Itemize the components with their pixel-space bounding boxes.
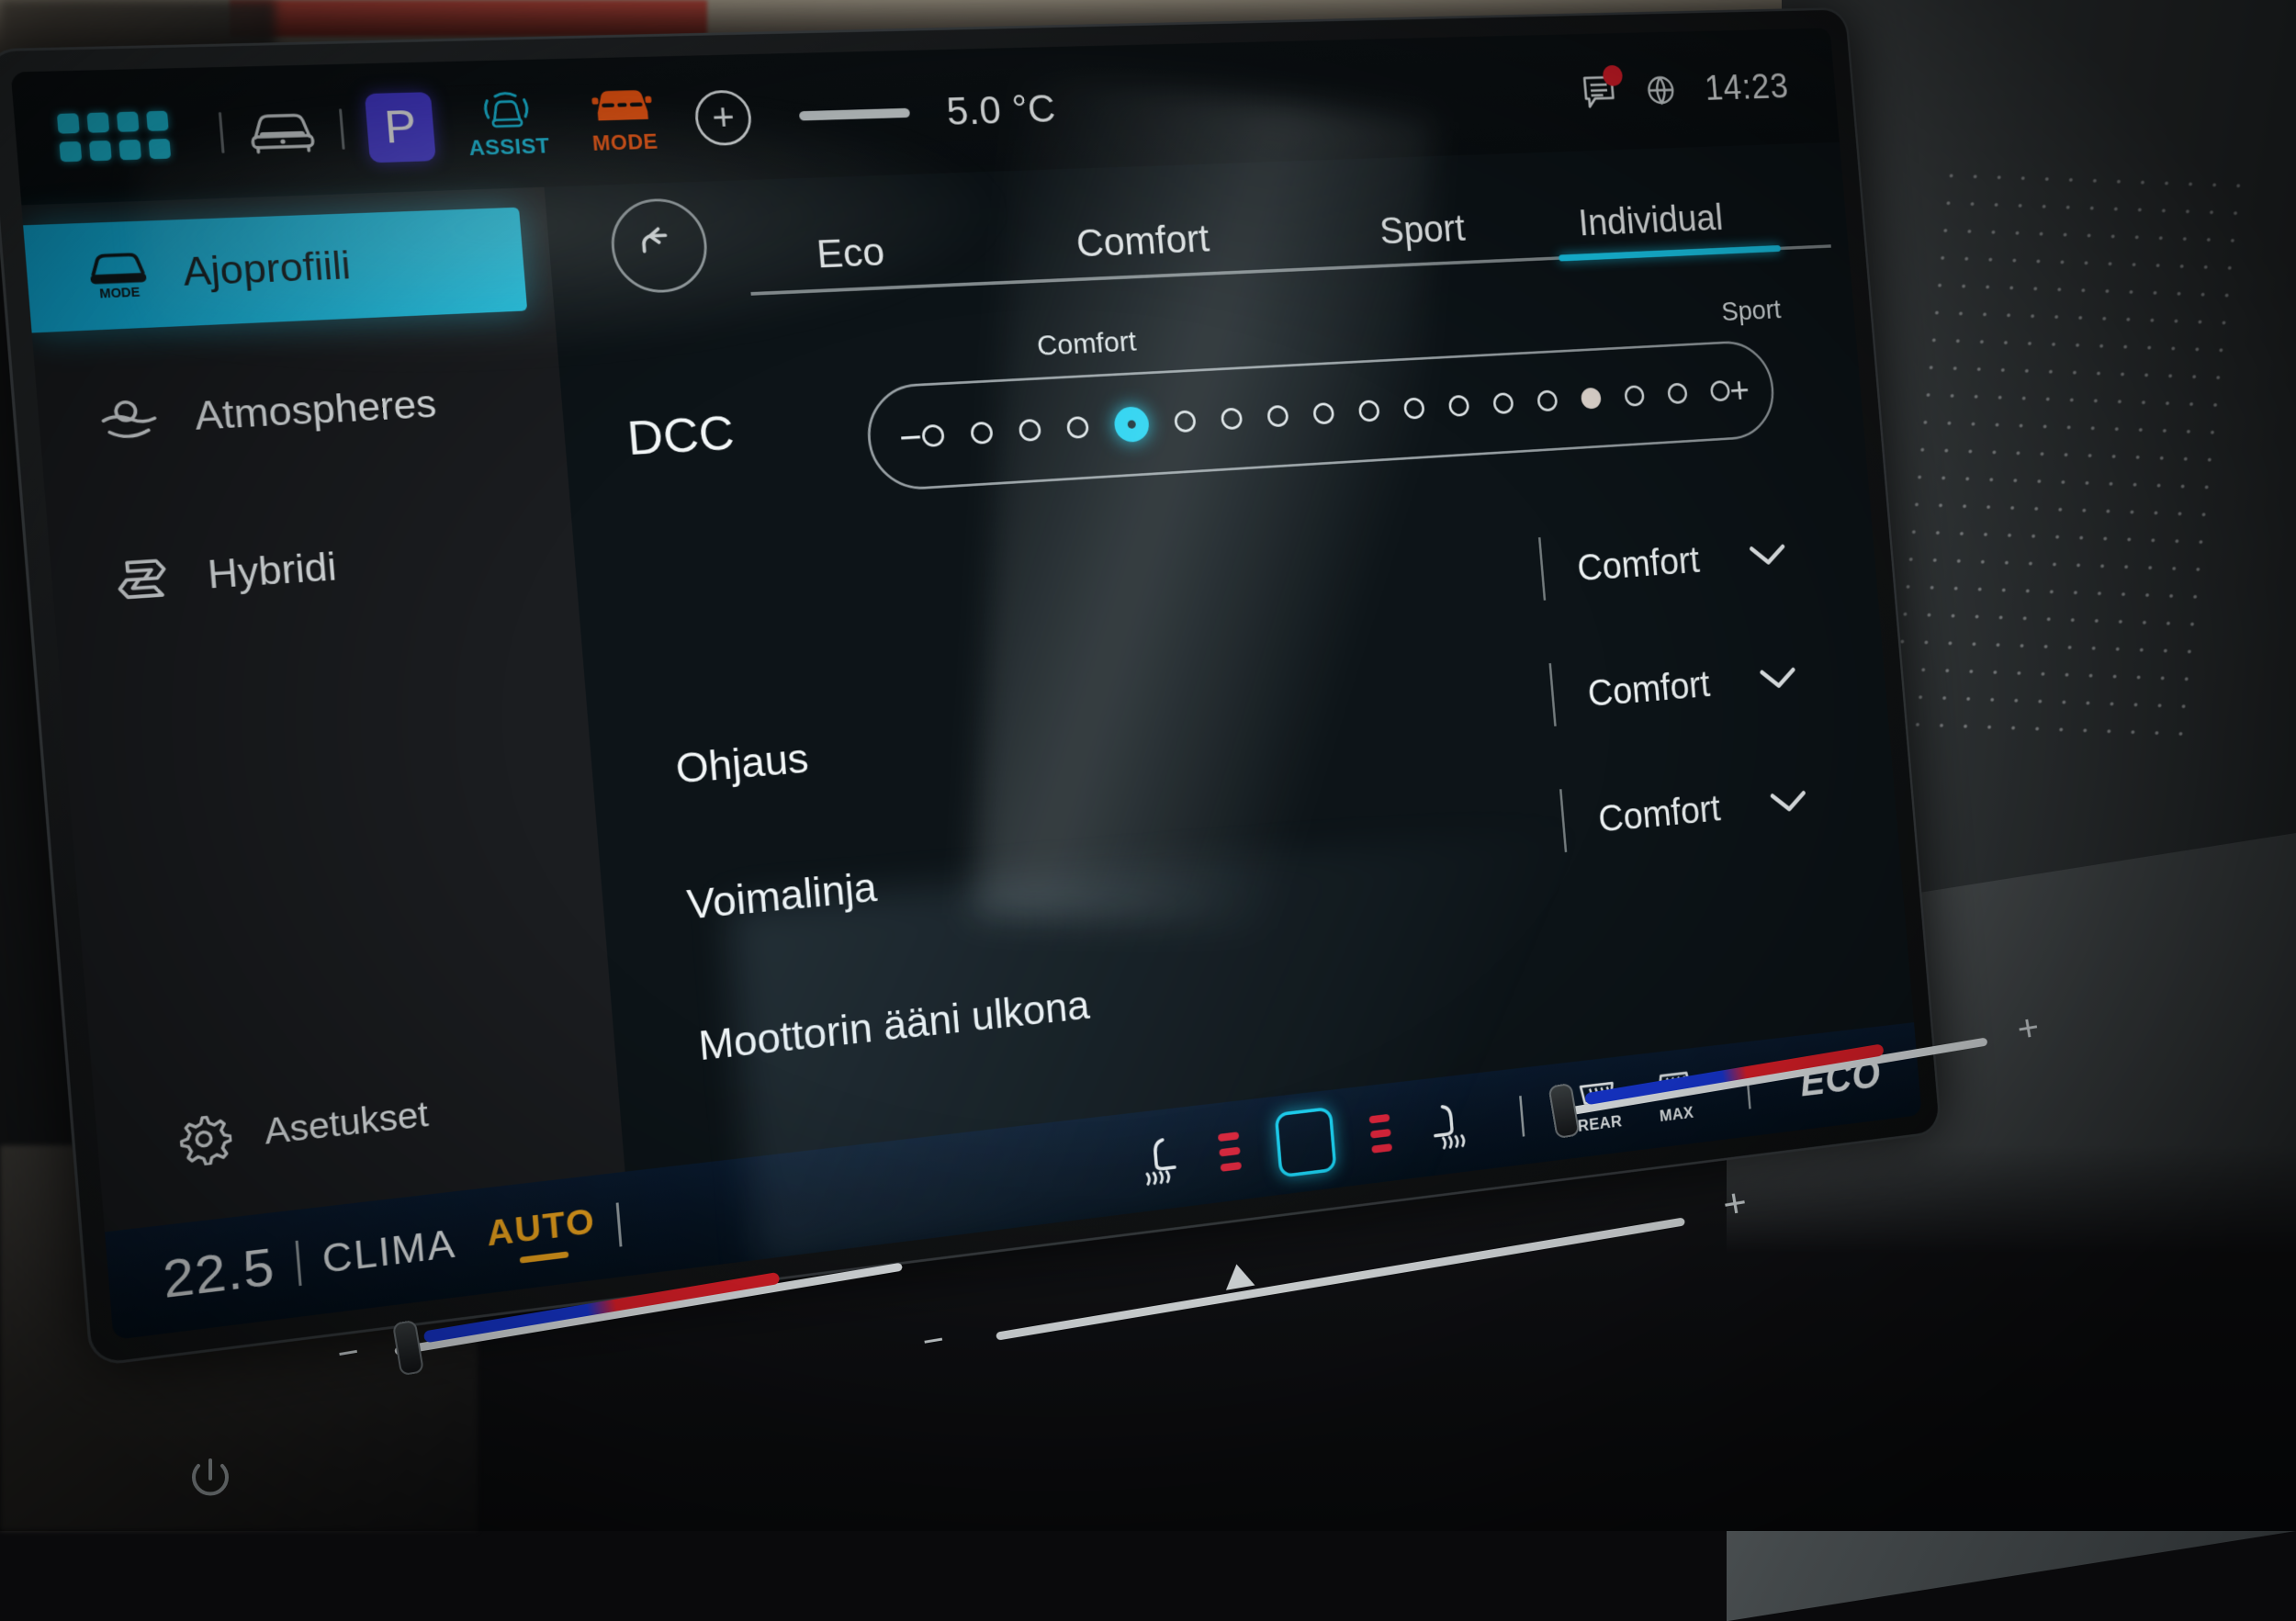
status-divider-2 bbox=[339, 108, 345, 150]
dcc-step-dot[interactable] bbox=[1266, 405, 1289, 428]
drag-handle[interactable] bbox=[799, 107, 910, 120]
clock: 14:23 bbox=[1704, 67, 1791, 109]
message-icon[interactable] bbox=[1581, 73, 1618, 111]
dcc-step-dot[interactable] bbox=[1710, 380, 1731, 402]
sidebar-item-label: Hybridi bbox=[206, 545, 338, 598]
sidebar: MODE Ajoprofiili Atmospheres bbox=[21, 187, 625, 1233]
fan-level-icon[interactable] bbox=[1369, 1113, 1393, 1153]
globe-icon[interactable] bbox=[1645, 73, 1677, 107]
infotainment-bezel: P ASSIST bbox=[0, 7, 1942, 1367]
tab-individual[interactable]: Individual bbox=[1577, 196, 1725, 244]
dcc-step-dot[interactable] bbox=[921, 424, 945, 447]
app-grid-icon[interactable] bbox=[57, 110, 171, 162]
car-mode-icon: MODE bbox=[79, 246, 156, 305]
dcc-dot-group[interactable] bbox=[920, 374, 1730, 454]
chevron-down-icon[interactable] bbox=[1747, 541, 1788, 569]
tab-active-indicator bbox=[1559, 245, 1781, 262]
seat-heating-icon[interactable] bbox=[1138, 1132, 1185, 1187]
dcc-mark-comfort: Comfort bbox=[1036, 325, 1138, 363]
sidebar-item-label: Asetukset bbox=[263, 1095, 430, 1153]
chevron-down-icon[interactable] bbox=[1758, 664, 1799, 692]
dcc-step-dot[interactable] bbox=[1448, 395, 1470, 417]
dcc-step-dot[interactable] bbox=[1221, 408, 1244, 431]
climate-menu-icon[interactable] bbox=[1274, 1107, 1336, 1178]
assist-icon-label: ASSIST bbox=[465, 134, 553, 162]
row-divider bbox=[1559, 789, 1567, 852]
setting-value: Comfort bbox=[1576, 537, 1702, 590]
setting-name: Moottorin ääni ulkona bbox=[697, 982, 1091, 1071]
drive-mode-icon[interactable]: MODE bbox=[580, 85, 667, 157]
hybrid-icon bbox=[104, 549, 181, 610]
tab-sport[interactable]: Sport bbox=[1378, 206, 1466, 253]
climate-auto-indicator bbox=[519, 1251, 568, 1263]
svg-text:MODE: MODE bbox=[99, 285, 141, 301]
back-arrow-icon bbox=[632, 220, 687, 272]
dcc-step-dot[interactable] bbox=[1624, 385, 1645, 407]
dcc-slider[interactable]: Comfort Sport − + bbox=[863, 339, 1777, 492]
dcc-step-dot[interactable] bbox=[970, 422, 994, 445]
setting-name: Ohjaus bbox=[674, 735, 811, 794]
dcc-step-dot[interactable] bbox=[1581, 388, 1602, 410]
dcc-step-dot[interactable] bbox=[1019, 419, 1041, 442]
dcc-step-dot[interactable] bbox=[1358, 400, 1380, 422]
dcc-label: DCC bbox=[625, 404, 737, 467]
dcc-mark-sport: Sport bbox=[1720, 294, 1782, 328]
tab-eco[interactable]: Eco bbox=[815, 229, 886, 277]
dcc-step-dot[interactable] bbox=[1174, 410, 1197, 433]
chevron-down-icon[interactable] bbox=[1768, 787, 1809, 816]
seat-heating-icon[interactable] bbox=[1424, 1099, 1469, 1152]
climate-divider-2 bbox=[616, 1202, 623, 1246]
setting-value: Comfort bbox=[1596, 786, 1722, 841]
climate-auto-label: AUTO bbox=[485, 1201, 597, 1255]
climate-divider-3 bbox=[1519, 1096, 1525, 1137]
row-divider bbox=[1548, 663, 1556, 726]
dcc-decrease-button[interactable]: − bbox=[898, 421, 924, 453]
dcc-step-dot[interactable] bbox=[1403, 397, 1425, 419]
sidebar-item-label: Atmospheres bbox=[193, 382, 438, 439]
dcc-step-dot[interactable] bbox=[1066, 416, 1089, 439]
drive-profile-panel: Eco Comfort Sport Individual DCC Comfort… bbox=[545, 142, 1915, 1172]
plus-circle-icon[interactable]: + bbox=[693, 89, 753, 146]
power-icon[interactable] bbox=[184, 1451, 237, 1504]
climate-auto-button[interactable]: AUTO bbox=[485, 1201, 598, 1266]
infotainment-screen: P ASSIST bbox=[11, 28, 1922, 1340]
status-divider-1 bbox=[219, 112, 225, 153]
back-button[interactable] bbox=[608, 197, 711, 295]
drive-mode-icon-label: MODE bbox=[583, 130, 667, 157]
car-front-icon[interactable] bbox=[245, 106, 318, 156]
row-divider bbox=[1538, 537, 1546, 601]
ambient-light-icon bbox=[91, 390, 168, 450]
fan-level-icon[interactable] bbox=[1218, 1131, 1242, 1172]
dcc-slider-track[interactable]: − + bbox=[863, 339, 1777, 492]
dcc-step-dot[interactable] bbox=[1312, 402, 1334, 425]
left-slider-minus[interactable]: − bbox=[335, 1339, 361, 1368]
dcc-increase-button[interactable]: + bbox=[1728, 375, 1750, 405]
assist-icon[interactable]: ASSIST bbox=[461, 87, 553, 161]
outside-temperature: 5.0 °C bbox=[945, 85, 1058, 134]
gear-position-badge[interactable]: P bbox=[365, 92, 436, 163]
gear-icon bbox=[165, 1107, 242, 1171]
climate-label[interactable]: CLIMA bbox=[321, 1222, 458, 1283]
climate-divider-1 bbox=[295, 1241, 301, 1286]
setting-value: Comfort bbox=[1586, 662, 1712, 715]
dcc-step-dot[interactable] bbox=[1667, 382, 1688, 404]
tab-comfort[interactable]: Comfort bbox=[1075, 216, 1210, 266]
dcc-step-dot[interactable] bbox=[1492, 392, 1514, 414]
climate-temperature[interactable]: 22.5 bbox=[161, 1236, 277, 1311]
dcc-step-dot[interactable] bbox=[1113, 406, 1150, 443]
right-slider-plus[interactable]: + bbox=[2016, 1014, 2042, 1042]
setting-name: Voimalinja bbox=[685, 864, 879, 929]
dcc-step-dot[interactable] bbox=[1536, 389, 1558, 411]
slider-marker[interactable] bbox=[1222, 1262, 1255, 1290]
sidebar-item-label: Ajoprofiili bbox=[181, 243, 352, 295]
